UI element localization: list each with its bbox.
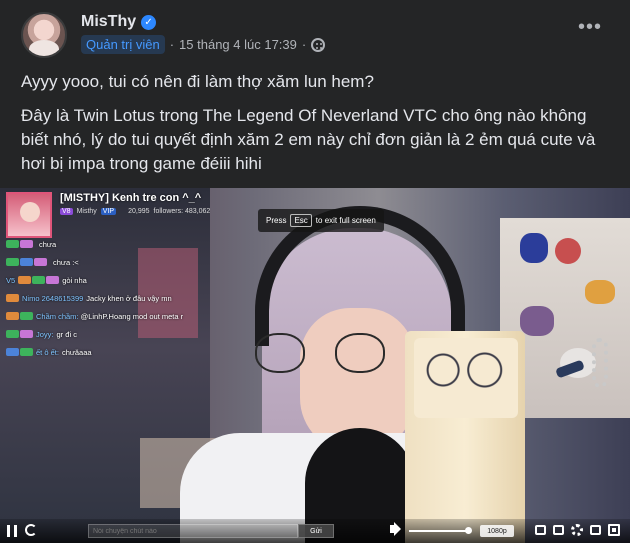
theater-mode-icon[interactable] (553, 525, 564, 535)
chat-badges (6, 240, 33, 248)
chat-message: chưa :< (6, 258, 211, 268)
follower-count: followers: 483,062 (153, 208, 211, 215)
chat-username[interactable]: Joyy: (36, 330, 54, 340)
post-text-line-1: Ayyy yooo, tui có nên đi làm thợ xăm lun… (21, 72, 374, 91)
bracelet (592, 338, 608, 388)
post-timestamp[interactable]: 15 tháng 4 lúc 17:39 (179, 37, 297, 52)
chat-message: Joyy: gr đi c (6, 330, 211, 340)
chat-text: gr đi c (56, 330, 77, 339)
volume-slider-handle[interactable] (465, 527, 472, 534)
author-row: MisThy ✓ (81, 13, 157, 31)
streamer-name: Misthy (76, 208, 97, 215)
viewer-count: 20,995 (128, 208, 150, 215)
chat-badges (6, 258, 47, 266)
volume-slider[interactable] (409, 530, 469, 532)
exit-hint-press: Press (266, 216, 287, 225)
post-card: MisThy ✓ Quản trị viên · 15 tháng 4 lúc … (0, 0, 630, 543)
chat-badges (6, 330, 33, 338)
chat-username[interactable]: Nimo 2648615399 (22, 294, 83, 304)
meta-separator-2: · (301, 37, 307, 52)
chat-text: chưa :< (53, 258, 79, 267)
layout-icon[interactable] (590, 525, 601, 535)
chat-text: Jacky khen ở đâu vậy mn (86, 294, 172, 303)
settings-icon[interactable] (571, 524, 583, 536)
chat-message: Chầm chầm: @LinhP.Hoang mod out meta r (6, 312, 211, 322)
player-controls: Gửi 1080p (0, 519, 630, 543)
more-options-button[interactable]: ••• (578, 17, 602, 37)
chat-text: chưăaaa (61, 348, 92, 357)
stream-title: [MISTHY] Kenh tre con ^_^ (60, 192, 202, 204)
stream-stats: V8 Misthy VIP 20,995 followers: 483,062 (60, 208, 210, 215)
stream-header: [MISTHY] Kenh tre con ^_^ V8 Misthy VIP … (6, 192, 210, 238)
group-icon (311, 37, 326, 52)
volume-icon[interactable] (390, 525, 396, 533)
glasses-left (255, 333, 305, 373)
refresh-icon[interactable] (25, 524, 37, 536)
chat-message: Nimo 2648615399 Jacky khen ở đâu vậy mn (6, 294, 211, 304)
chat-badges (18, 276, 60, 284)
post-meta: Quản trị viên · 15 tháng 4 lúc 17:39 · (81, 35, 326, 54)
video-player[interactable]: [MISTHY] Kenh tre con ^_^ V8 Misthy VIP … (0, 188, 630, 543)
chat-badges (6, 294, 19, 302)
fullscreen-exit-hint: Press Esc to exit full screen (258, 209, 384, 232)
stream-info: [MISTHY] Kenh tre con ^_^ V8 Misthy VIP … (60, 192, 210, 238)
vip-badge: VIP (100, 208, 117, 215)
twin-lotus-drawing (414, 338, 518, 418)
author-avatar[interactable] (21, 12, 67, 58)
fullscreen-icon[interactable] (608, 524, 620, 536)
glasses-right (335, 333, 385, 373)
chat-text: @LinhP.Hoang mod out meta r (80, 312, 184, 321)
author-name[interactable]: MisThy (81, 13, 136, 31)
role-badge[interactable]: Quản trị viên (81, 35, 165, 54)
send-button[interactable]: Gửi (298, 524, 334, 538)
chat-message: ết ô ết: chưăaaa (6, 348, 211, 358)
streamer-level-badge: V8 (60, 208, 73, 215)
chat-text: gòi nha (62, 276, 87, 285)
chat-username[interactable]: ết ô ết: (36, 348, 59, 358)
picture-in-picture-icon[interactable] (535, 525, 546, 535)
chat-message: chưa (6, 240, 211, 250)
exit-hint-text: to exit full screen (315, 216, 376, 225)
streamer-avatar[interactable] (6, 192, 52, 238)
quality-select[interactable]: 1080p (480, 525, 514, 537)
pause-icon[interactable] (7, 525, 17, 537)
plush-toy (520, 306, 554, 336)
plush-toy (585, 280, 615, 304)
chat-badges (6, 348, 33, 356)
chat-input[interactable] (88, 524, 298, 538)
verified-badge-icon: ✓ (141, 14, 157, 30)
meta-separator: · (169, 37, 175, 52)
plush-toy (520, 233, 548, 263)
post-text-body: Đây là Twin Lotus trong The Legend Of Ne… (21, 106, 596, 173)
chat-badges (6, 312, 33, 320)
plush-toy (555, 238, 581, 264)
chat-username[interactable]: Chầm chầm: (36, 312, 79, 321)
live-chat: chưa chưa :< V5 gòi nha Nimo 2648615399 … (6, 240, 211, 366)
chat-message: V5 gòi nha (6, 276, 211, 286)
chat-username[interactable]: V5 (6, 276, 15, 286)
esc-key: Esc (290, 214, 312, 227)
chat-text: chưa (39, 240, 57, 249)
